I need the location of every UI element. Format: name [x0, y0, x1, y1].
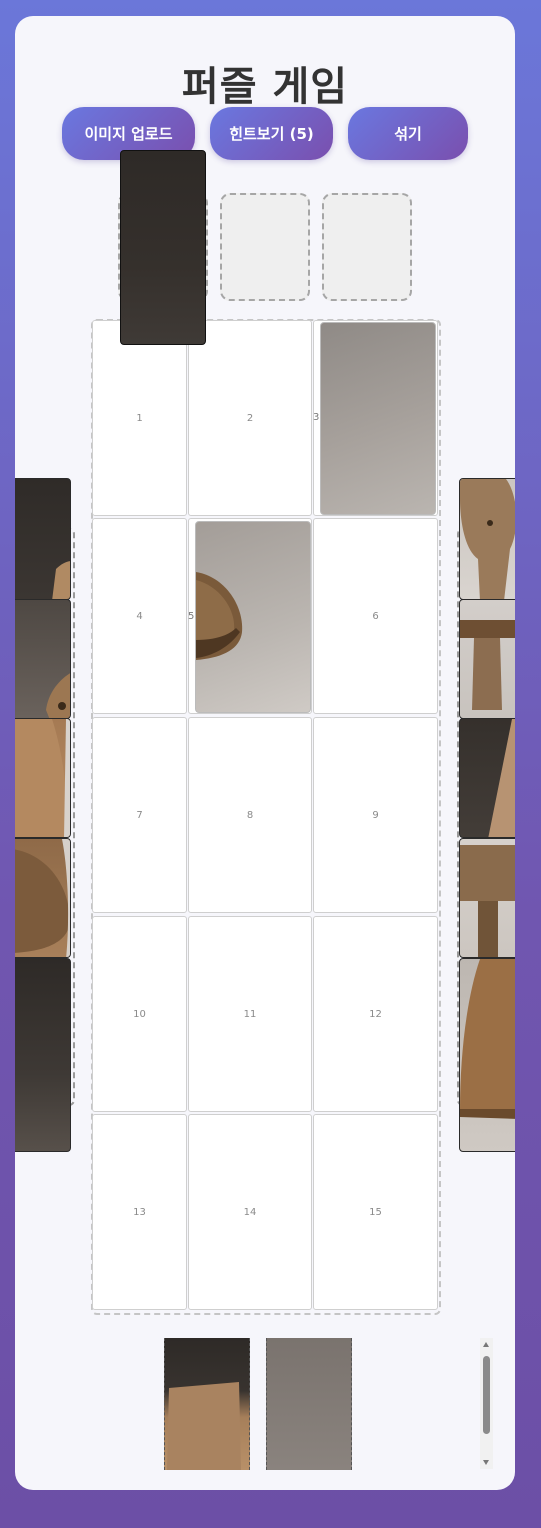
cell-number: 4 — [136, 610, 143, 622]
cell-number: 3 — [313, 412, 320, 423]
cell-number: 12 — [369, 1008, 382, 1020]
board-cell-8[interactable]: 8 — [188, 717, 312, 913]
side-puzzle-piece[interactable] — [459, 478, 515, 600]
board-cell-1[interactable]: 1 — [92, 320, 187, 516]
side-puzzle-piece[interactable] — [15, 599, 71, 719]
piece-slot[interactable] — [220, 193, 310, 301]
pottery-fragment-image — [46, 673, 70, 718]
scroll-thumb[interactable] — [483, 1356, 490, 1434]
board-cell-12[interactable]: 12 — [313, 916, 438, 1112]
tray-scrollbar[interactable] — [480, 1338, 493, 1469]
tray-puzzle-piece[interactable] — [164, 1338, 250, 1470]
side-puzzle-piece[interactable] — [459, 599, 515, 719]
board-cell-2[interactable]: 2 — [188, 320, 312, 516]
board-cell-6[interactable]: 6 — [313, 518, 438, 714]
hint-button[interactable]: 힌트보기 (5) — [210, 107, 333, 160]
cell-number: 5 — [188, 611, 195, 622]
board-cell-15[interactable]: 15 — [313, 1114, 438, 1310]
cell-number: 9 — [372, 809, 379, 821]
board-cell-4[interactable]: 4 — [92, 518, 187, 714]
side-puzzle-piece[interactable] — [459, 718, 515, 838]
puzzle-piece-placed[interactable] — [320, 322, 436, 515]
side-puzzle-piece[interactable] — [459, 838, 515, 958]
piece-slot[interactable] — [322, 193, 412, 301]
pottery-fragment-image — [15, 719, 70, 837]
side-puzzle-piece[interactable] — [459, 958, 515, 1152]
cell-number: 6 — [372, 610, 379, 622]
board-cell-14[interactable]: 14 — [188, 1114, 312, 1310]
cell-number: 10 — [133, 1008, 146, 1020]
board-cell-9[interactable]: 9 — [313, 717, 438, 913]
cell-number: 15 — [369, 1206, 382, 1218]
board-cell-7[interactable]: 7 — [92, 717, 187, 913]
cell-number: 1 — [136, 412, 143, 424]
board-cell-11[interactable]: 11 — [188, 916, 312, 1112]
pottery-fragment-image — [460, 620, 515, 710]
cell-number: 14 — [243, 1206, 257, 1218]
cell-number: 2 — [246, 412, 254, 424]
pottery-fragment-image — [52, 561, 70, 599]
board-cell-10[interactable]: 10 — [92, 916, 187, 1112]
cell-number: 11 — [243, 1008, 257, 1020]
board-cell-13[interactable]: 13 — [92, 1114, 187, 1310]
scroll-down-icon[interactable] — [483, 1460, 489, 1465]
side-puzzle-piece[interactable] — [15, 838, 71, 958]
cell-number: 8 — [246, 809, 254, 821]
side-puzzle-piece[interactable] — [15, 718, 71, 838]
pottery-fragment-image — [15, 839, 70, 957]
cell-number: 13 — [133, 1206, 146, 1218]
shuffle-button[interactable]: 섞기 — [348, 107, 468, 160]
pottery-fragment-image — [460, 479, 515, 599]
dragged-puzzle-piece[interactable] — [120, 150, 206, 345]
page-title: 퍼즐 게임 — [181, 64, 349, 110]
cell-number: 7 — [136, 809, 143, 821]
pottery-fragment-image — [460, 959, 515, 1119]
tray-puzzle-piece[interactable] — [266, 1338, 352, 1470]
pottery-fragment-image — [167, 1382, 241, 1470]
pottery-fragment-image — [460, 845, 515, 957]
puzzle-piece-placed[interactable] — [195, 521, 311, 713]
pottery-fragment-image — [196, 572, 243, 660]
game-card: 퍼즐 게임 이미지 업로드 힌트보기 (5) 섞기 1 2 3 4 5 6 7 … — [15, 16, 515, 1490]
pottery-fragment-image — [488, 719, 515, 837]
side-puzzle-piece[interactable] — [15, 958, 71, 1152]
scroll-up-icon[interactable] — [483, 1342, 489, 1347]
side-puzzle-piece[interactable] — [15, 478, 71, 600]
